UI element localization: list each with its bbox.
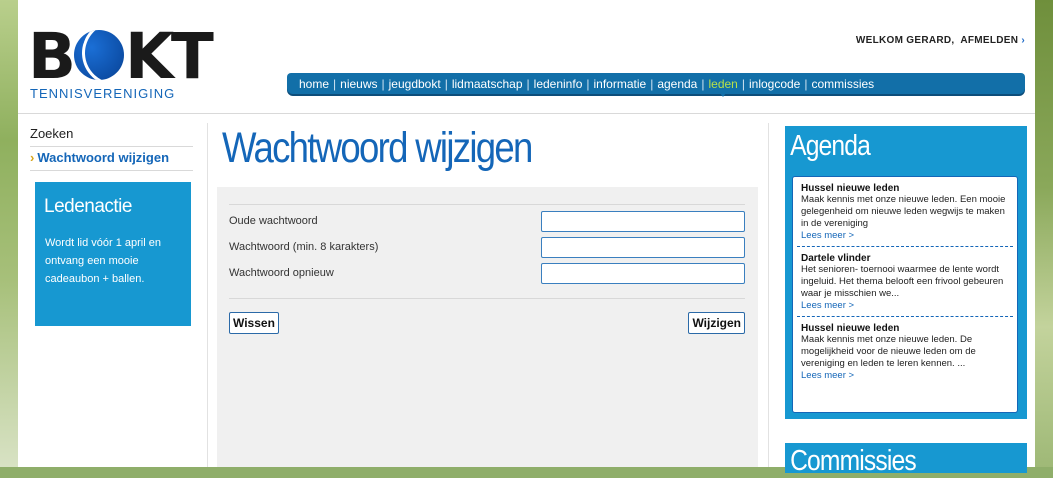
read-more-link[interactable]: Lees meer > (801, 300, 1009, 311)
welcome-bar: WELKOM GERARD, AFMELDEN › (856, 35, 1025, 46)
field-label: Oude wachtwoord (229, 215, 318, 227)
clear-button[interactable]: Wissen (229, 312, 279, 334)
list-item: Hussel nieuwe leden Maak kennis met onze… (797, 317, 1013, 386)
logout-link[interactable]: AFMELDEN (960, 35, 1018, 46)
field-label: Wachtwoord (min. 8 karakters) (229, 241, 379, 253)
chevron-right-icon: › (30, 150, 35, 165)
nav-item-commissies[interactable]: commissies (807, 77, 878, 91)
nav-item-agenda[interactable]: agenda (653, 77, 701, 91)
password-form: Oude wachtwoord Wachtwoord (min. 8 karak… (217, 187, 758, 467)
tennis-ball-icon (74, 30, 125, 80)
logo-wordmark: B KT (28, 20, 214, 93)
sidebar-item-label: Wachtwoord wijzigen (37, 150, 170, 165)
form-row-new-password: Wachtwoord (min. 8 karakters) (229, 237, 745, 259)
read-more-link[interactable]: Lees meer > (801, 230, 1009, 241)
sidebar: Zoeken › Wachtwoord wijzigen (30, 123, 193, 171)
nav-item-leden[interactable]: leden (704, 77, 741, 97)
agenda-item-text: Het senioren- toernooi waarmee de lente … (801, 264, 1004, 299)
chevron-right-icon: › (1021, 35, 1025, 46)
agenda-panel: Agenda Hussel nieuwe leden Maak kennis m… (785, 126, 1027, 419)
logo[interactable]: B KT TENNISVERENIGING (28, 20, 228, 103)
old-password-field[interactable] (541, 211, 745, 232)
nav-item-informatie[interactable]: informatie (590, 77, 651, 91)
agenda-item-title[interactable]: Hussel nieuwe leden (801, 183, 1009, 194)
list-item: Hussel nieuwe leden Maak kennis met onze… (797, 177, 1013, 247)
agenda-title: Agenda (790, 130, 871, 162)
main-nav: home | nieuws | jeugdbokt | lidmaatschap | leden… (287, 73, 1025, 97)
agenda-item-title[interactable]: Hussel nieuwe leden (801, 323, 1009, 334)
background-right (1035, 0, 1053, 467)
logo-subtitle: TENNISVERENIGING (30, 86, 176, 101)
field-label: Wachtwoord opnieuw (229, 267, 334, 279)
read-more-link[interactable]: Lees meer > (801, 370, 1009, 381)
page-title: Wachtwoord wijzigen (222, 124, 533, 172)
welcome-text: WELKOM GERARD, (855, 35, 955, 46)
list-item: Dartele vlinder Het senioren- toernooi w… (797, 247, 1013, 317)
form-divider (229, 298, 745, 299)
column-divider (207, 123, 208, 467)
agenda-item-text: Maak kennis met onze nieuwe leden. De mo… (801, 334, 976, 369)
sidebar-item-zoeken[interactable]: Zoeken (30, 123, 193, 147)
page: B KT TENNISVERENIGING WELKOM GERARD, AFME… (18, 0, 1035, 477)
commissies-panel: Commissies (785, 443, 1027, 477)
form-row-repeat-password: Wachtwoord opnieuw (229, 263, 745, 285)
promo-title: Ledenactie (44, 196, 132, 217)
nav-item-nieuws[interactable]: nieuws (336, 77, 381, 91)
sidebar-item-wachtwoord-wijzigen[interactable]: › Wachtwoord wijzigen (30, 147, 193, 171)
form-divider (229, 204, 745, 205)
nav-item-inlogcode[interactable]: inlogcode (745, 77, 804, 91)
agenda-item-text: Maak kennis met onze nieuwe leden. Een m… (801, 194, 1006, 229)
column-divider (768, 123, 769, 467)
commissies-title: Commissies (790, 445, 917, 477)
header-divider (18, 113, 1035, 114)
sidebar-item-label: Zoeken (30, 126, 74, 141)
nav-item-home[interactable]: home (295, 77, 333, 91)
agenda-item-title[interactable]: Dartele vlinder (801, 253, 1009, 264)
nav-item-ledeninfo[interactable]: ledeninfo (530, 77, 587, 91)
new-password-field[interactable] (541, 237, 745, 258)
submit-button[interactable]: Wijzigen (688, 312, 745, 334)
promo-text: Wordt lid vóór 1 april en ontvang een mo… (45, 237, 161, 285)
nav-item-lidmaatschap[interactable]: lidmaatschap (448, 77, 527, 91)
background-left (0, 0, 18, 467)
promo-ledenactie[interactable]: Ledenactie Wordt lid vóór 1 april en ont… (35, 182, 191, 326)
agenda-list: Hussel nieuwe leden Maak kennis met onze… (792, 176, 1018, 413)
nav-item-jeugdbokt[interactable]: jeugdbokt (385, 77, 445, 91)
form-row-old-password: Oude wachtwoord (229, 211, 745, 233)
repeat-password-field[interactable] (541, 263, 745, 284)
